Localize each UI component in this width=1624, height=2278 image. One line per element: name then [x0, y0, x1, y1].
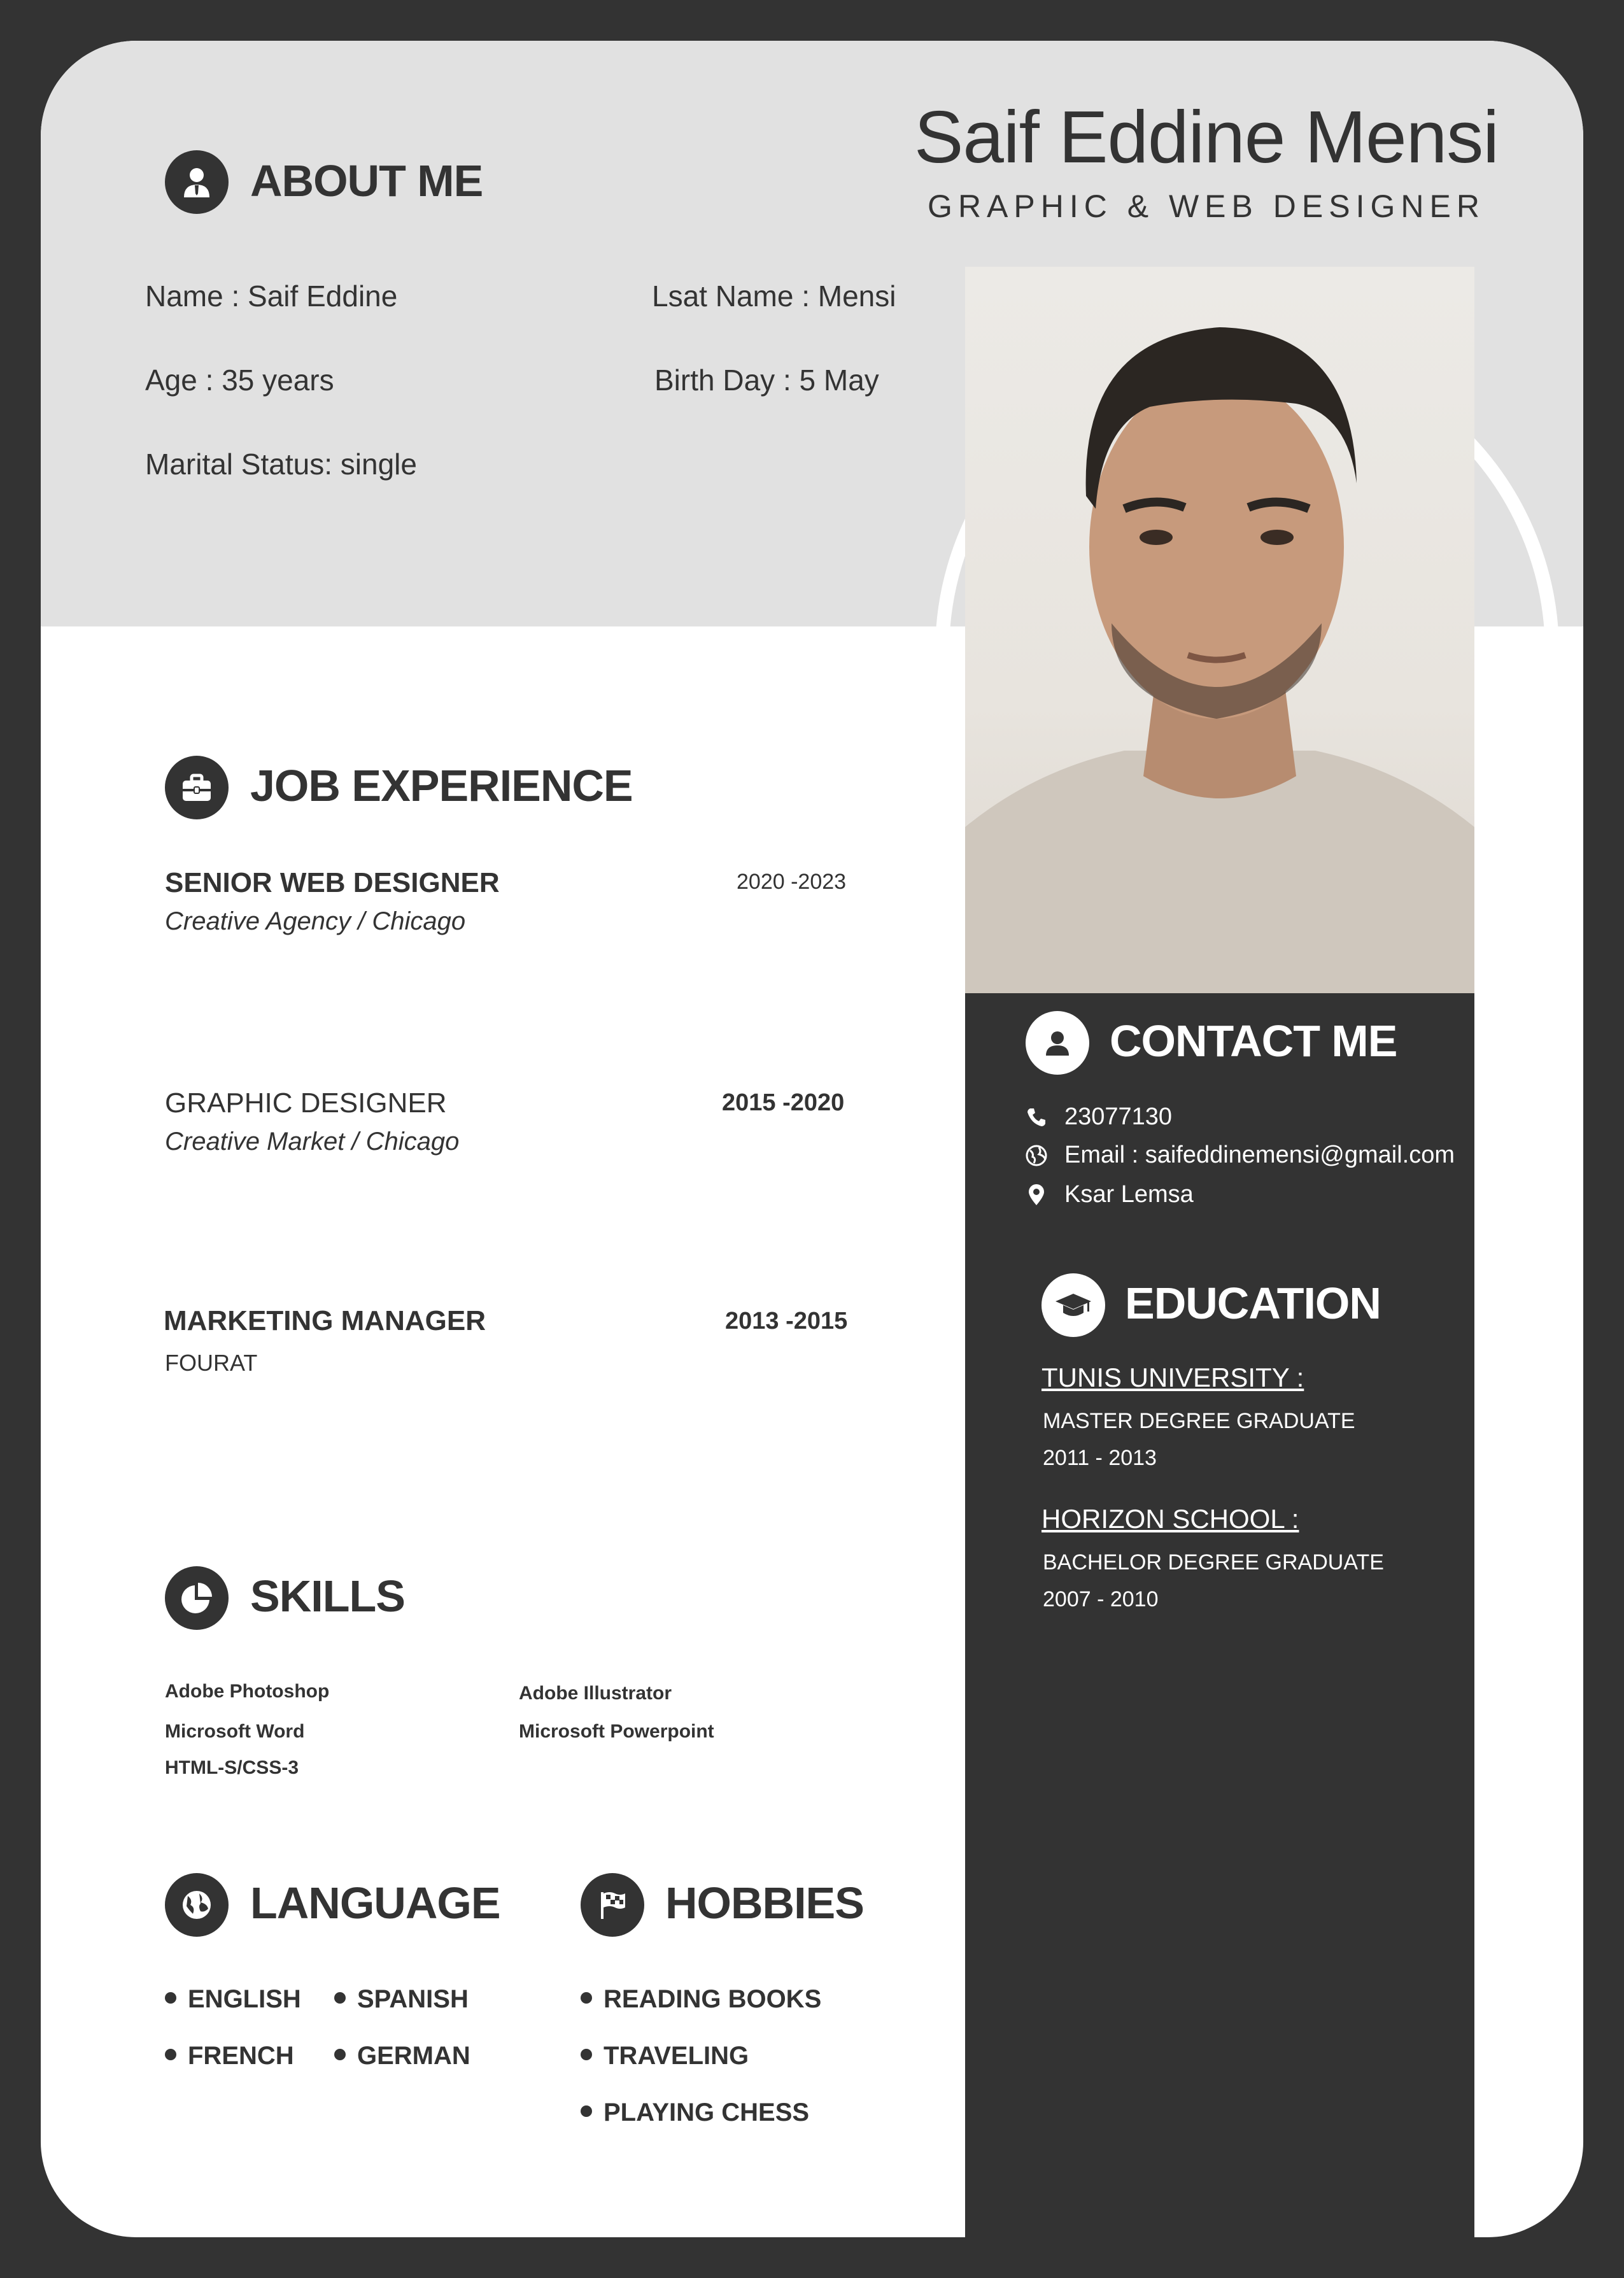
- about-marital-status: Marital Status: single: [145, 448, 417, 481]
- skill-item: Microsoft Word: [165, 1721, 305, 1742]
- language-item: GERMAN: [334, 2042, 470, 2070]
- about-title: ABOUT ME: [250, 156, 483, 206]
- job-years: 2013 -2015: [725, 1308, 848, 1334]
- skill-item: Microsoft Powerpoint: [519, 1721, 714, 1742]
- skills-title: SKILLS: [250, 1571, 406, 1621]
- about-last-name: Lsat Name : Mensi: [652, 279, 896, 313]
- user-icon: [1026, 1011, 1089, 1075]
- degree-years: 2011 - 2013: [1043, 1446, 1157, 1470]
- pie-chart-icon: [165, 1566, 229, 1630]
- user-tie-icon: [165, 150, 229, 214]
- experience-title: JOB EXPERIENCE: [250, 761, 633, 810]
- map-pin-icon: [1029, 1184, 1044, 1205]
- school-name: HORIZON SCHOOL :: [1041, 1504, 1299, 1534]
- hobbies-title: HOBBIES: [665, 1878, 865, 1928]
- skill-item: Adobe Photoshop: [165, 1681, 330, 1702]
- degree: BACHELOR DEGREE GRADUATE: [1043, 1550, 1384, 1574]
- hobby-item: PLAYING CHESS: [581, 2098, 809, 2127]
- contact-title: CONTACT ME: [1110, 1016, 1397, 1066]
- contact-phone: 23077130: [1025, 1103, 1172, 1131]
- hobby-item: TRAVELING: [581, 2042, 749, 2070]
- full-name: Saif Eddine Mensi: [914, 96, 1499, 178]
- skill-item: Adobe Illustrator: [519, 1683, 672, 1704]
- language-item: FRENCH: [165, 2042, 294, 2070]
- job-role: GRAPHIC & WEB DESIGNER: [928, 188, 1485, 224]
- contact-email: Email : saifeddinemensi@gmail.com: [1025, 1142, 1455, 1169]
- degree-years: 2007 - 2010: [1043, 1587, 1159, 1611]
- job-years: 2015 -2020: [722, 1089, 845, 1116]
- about-birthday: Birth Day : 5 May: [654, 364, 879, 397]
- school-name: TUNIS UNIVERSITY :: [1041, 1362, 1304, 1392]
- globe-icon: [1026, 1145, 1047, 1166]
- job-title: SENIOR WEB DESIGNER: [165, 867, 500, 898]
- about-name: Name : Saif Eddine: [145, 279, 398, 313]
- briefcase-icon: [165, 756, 229, 819]
- phone-icon: [1027, 1108, 1045, 1126]
- education-title: EDUCATION: [1125, 1278, 1381, 1328]
- job-title: GRAPHIC DESIGNER: [165, 1087, 447, 1119]
- location-text: Ksar Lemsa: [1064, 1181, 1194, 1208]
- about-age: Age : 35 years: [145, 364, 334, 397]
- job-title: MARKETING MANAGER: [164, 1305, 486, 1336]
- job-company: Creative Agency / Chicago: [165, 907, 466, 935]
- contact-location: Ksar Lemsa: [1025, 1181, 1194, 1208]
- degree: MASTER DEGREE GRADUATE: [1043, 1409, 1355, 1433]
- job-years: 2020 -2023: [737, 870, 847, 894]
- job-company: Creative Market / Chicago: [165, 1128, 460, 1156]
- graduation-cap-icon: [1041, 1273, 1105, 1337]
- email-address[interactable]: Email : saifeddinemensi@gmail.com: [1064, 1142, 1455, 1169]
- hobby-item: READING BOOKS: [581, 1985, 821, 2014]
- right-sidebar: [965, 993, 1474, 2237]
- skill-item: HTML-S/CSS-3: [165, 1757, 299, 1778]
- phone-number[interactable]: 23077130: [1064, 1103, 1172, 1131]
- job-company: FOURAT: [165, 1350, 258, 1376]
- language-title: LANGUAGE: [250, 1878, 501, 1928]
- language-item: ENGLISH: [165, 1985, 301, 2014]
- checkered-flag-icon: [581, 1873, 644, 1937]
- globe-icon: [165, 1873, 229, 1937]
- profile-photo: [965, 267, 1474, 993]
- language-item: SPANISH: [334, 1985, 469, 2014]
